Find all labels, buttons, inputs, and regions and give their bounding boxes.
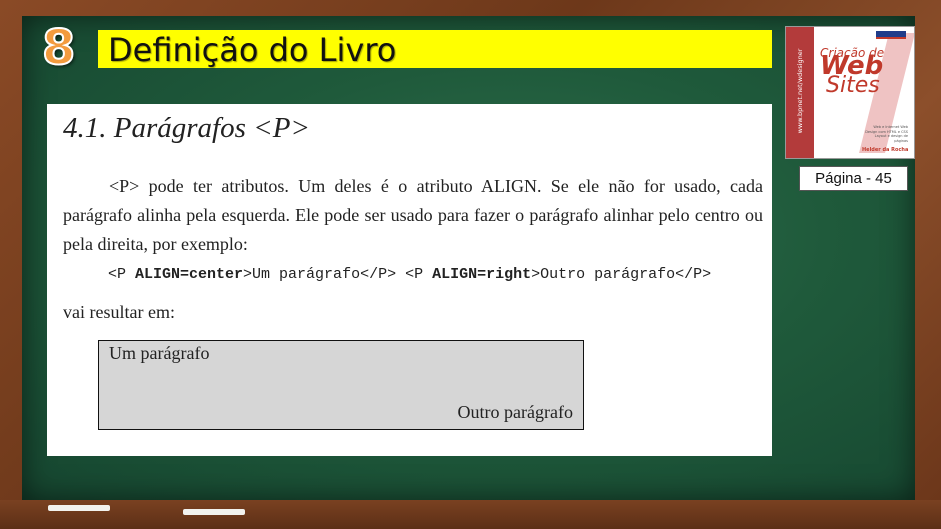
rendered-example-box: Um parágrafo Outro parágrafo [98,340,584,430]
body-paragraph: <P> pode ter atributos. Um deles é o atr… [63,172,763,259]
code-part: >Outro parágrafo</P> [531,266,712,283]
code-part: >Um parágrafo</P> <P [243,266,433,283]
book-spine-text: www.bpnet.net/wdesigner [796,48,804,134]
body-paragraph-text: <P> pode ter atributos. Um deles é o atr… [63,176,763,254]
code-attr: ALIGN=right [432,266,532,283]
demo-right-paragraph: Outro parágrafo [457,402,573,422]
slide-title: Definição do Livro [108,31,397,69]
book-author: Helder da Rocha [862,147,909,153]
book-cover-image: www.bpnet.net/wdesigner Criação de Web S… [785,26,915,159]
slide-number: 8 [41,19,76,77]
publisher-logo-stripe [876,37,906,39]
section-title: 4.1. Parágrafos <P> [63,112,310,144]
book-subtitle: Web e Internet Web Design com HTML e CSS… [865,125,908,143]
chalk-piece [48,505,110,511]
page-label: Página - 45 [799,166,908,191]
code-part: <P [108,266,136,283]
book-title-line3: Sites [826,73,880,98]
demo-left-paragraph: Um parágrafo [109,343,210,363]
code-example: <P ALIGN=center>Um parágrafo</P> <P ALIG… [108,266,711,283]
result-label: vai resultar em: [63,302,175,322]
chalk-piece [183,509,245,515]
chalk-ledge [0,500,941,529]
code-attr: ALIGN=center [135,266,244,283]
